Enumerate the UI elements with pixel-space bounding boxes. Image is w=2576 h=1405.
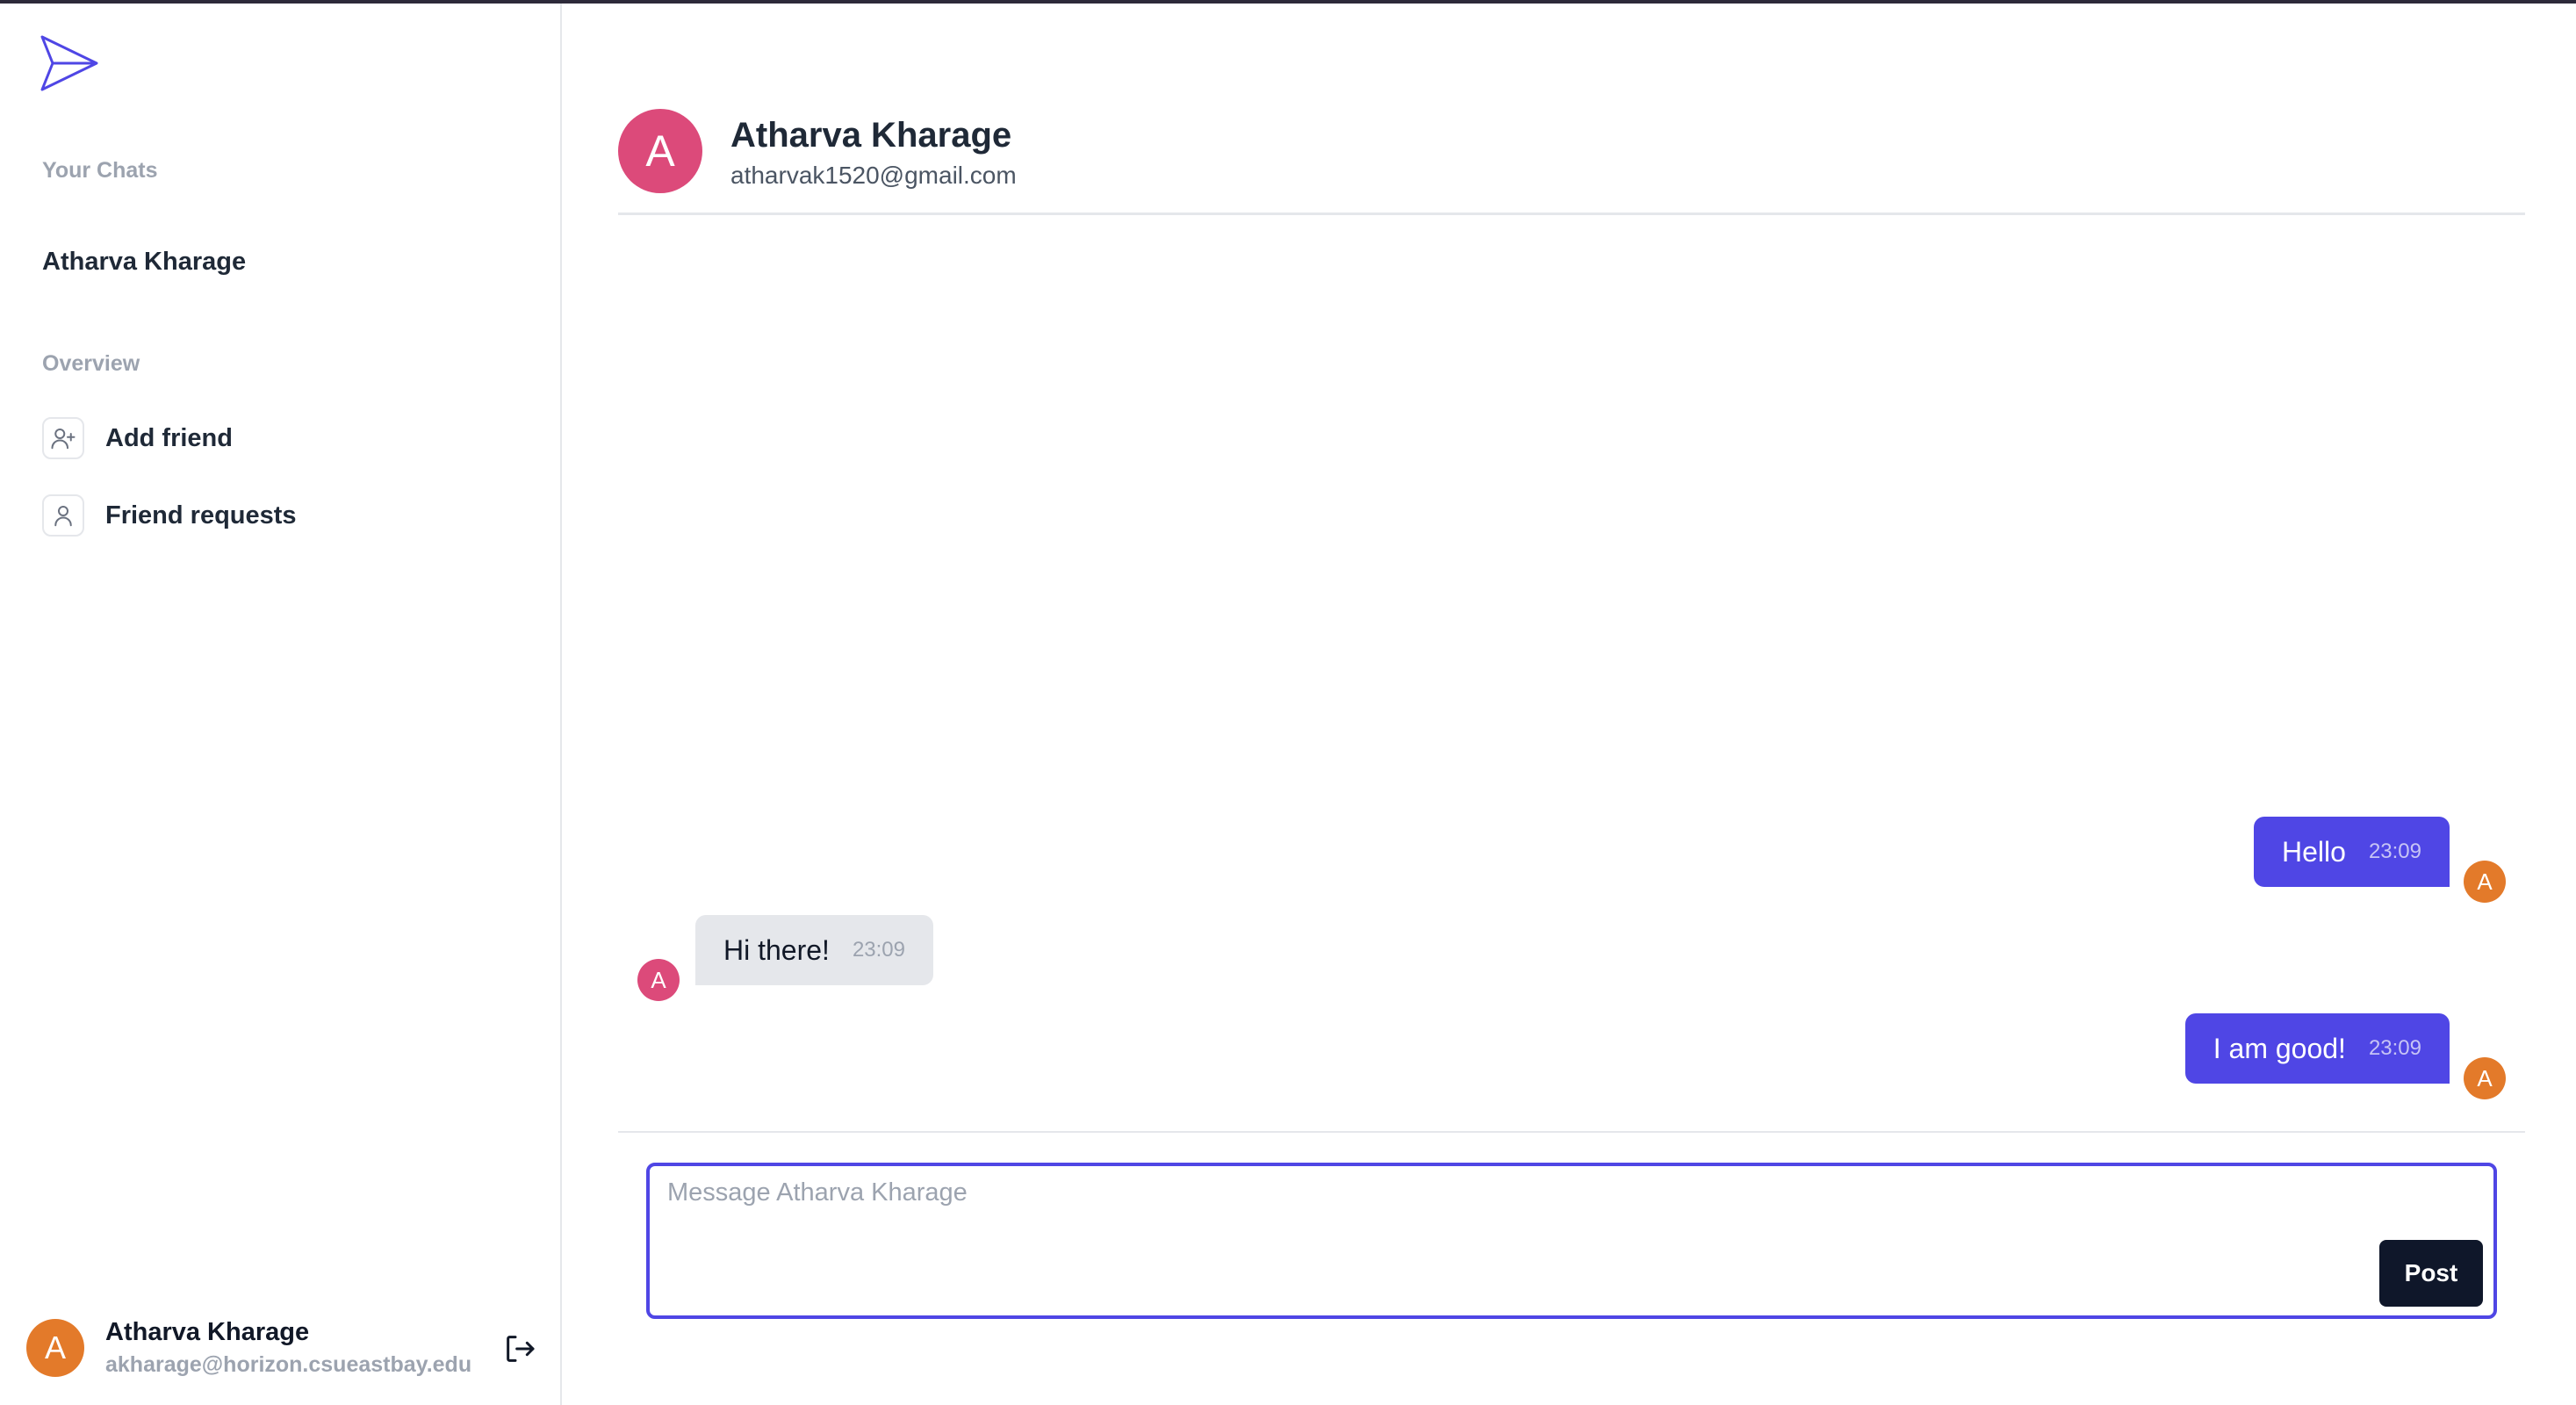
user-profile: A Atharva Kharage akharage@horizon.csuea… [26, 1315, 471, 1380]
message-time: 23:09 [2368, 839, 2421, 863]
message-bubble: I am good! 23:09 [2184, 1013, 2450, 1084]
nav-item-label: Friend requests [105, 501, 297, 530]
logout-icon[interactable] [500, 1331, 539, 1366]
send-logo-icon[interactable] [39, 33, 100, 93]
message-text: I am good! [2213, 1032, 2346, 1064]
avatar: A [2464, 861, 2506, 903]
chat-header: A Atharva Kharage atharvak1520@gmail.com [618, 109, 1017, 193]
partner-name: Atharva Kharage [730, 116, 1012, 155]
partner-email: atharvak1520@gmail.com [730, 162, 1017, 189]
message-bubble: Hi there! 23:09 [695, 915, 933, 985]
message-outgoing: Hello 23:09 A [2254, 817, 2506, 903]
user-icon [42, 494, 84, 537]
your-chats-label: Your Chats [42, 158, 158, 183]
message-input[interactable] [667, 1178, 2406, 1231]
partner-avatar: A [618, 109, 702, 193]
message-composer: Post [646, 1163, 2497, 1319]
overview-label: Overview [42, 351, 140, 376]
post-button[interactable]: Post [2379, 1240, 2483, 1307]
nav-item-friend-requests[interactable]: Friend requests [42, 494, 297, 537]
message-time: 23:09 [852, 938, 905, 962]
profile-email: akharage@horizon.csueastbay.edu [105, 1352, 472, 1377]
nav-item-label: Add friend [105, 423, 233, 452]
nav-item-add-friend[interactable]: Add friend [42, 416, 233, 460]
message-text: Hi there! [723, 933, 830, 966]
message-incoming: A Hi there! 23:09 [637, 915, 933, 1001]
message-time: 23:09 [2368, 1036, 2421, 1060]
profile-name: Atharva Kharage [105, 1318, 310, 1346]
sidebar: Your Chats Atharva Kharage Overview Add … [0, 4, 562, 1405]
message-outgoing: I am good! 23:09 A [2184, 1013, 2506, 1099]
avatar: A [2464, 1057, 2506, 1099]
header-divider [618, 213, 2525, 215]
avatar: A [26, 1319, 84, 1377]
user-plus-icon [42, 417, 84, 459]
composer-divider [618, 1131, 2525, 1133]
chat-item-atharva-kharage[interactable]: Atharva Kharage [42, 248, 246, 277]
message-bubble: Hello 23:09 [2254, 817, 2450, 887]
avatar: A [637, 959, 680, 1001]
message-text: Hello [2282, 835, 2346, 868]
